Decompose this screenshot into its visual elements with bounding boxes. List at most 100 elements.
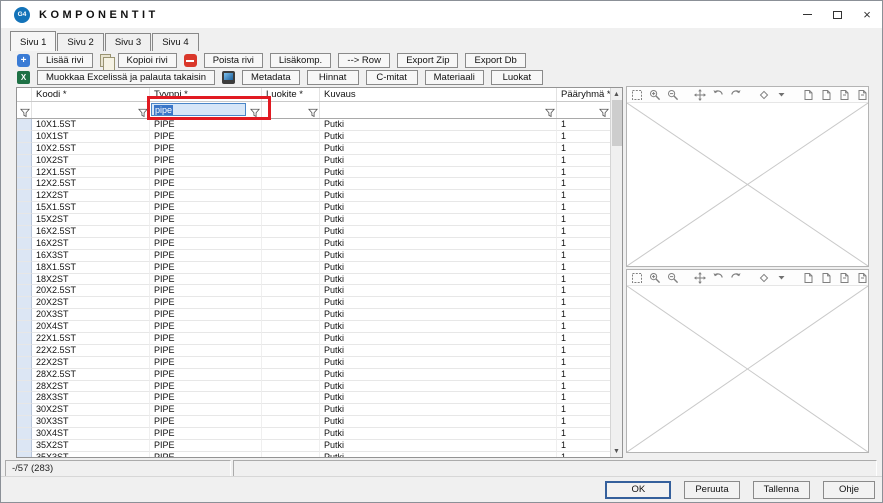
cell-tyyppi[interactable]: PIPE	[150, 202, 262, 214]
cell-paaryhma[interactable]: 1	[557, 309, 610, 321]
cell-paaryhma[interactable]: 1	[557, 416, 610, 428]
cell-tyyppi[interactable]: PIPE	[150, 143, 262, 155]
cell-paaryhma[interactable]: 1	[557, 333, 610, 345]
cell-tyyppi[interactable]: PIPE	[150, 357, 262, 369]
cell-paaryhma[interactable]: 1	[557, 297, 610, 309]
image-placeholder-bottom[interactable]	[627, 286, 868, 452]
row-indicator-cell[interactable]	[17, 214, 32, 226]
cell-paaryhma[interactable]: 1	[557, 392, 610, 404]
cell-tyyppi[interactable]: PIPE	[150, 297, 262, 309]
cell-luokite[interactable]	[262, 297, 320, 309]
cell-luokite[interactable]	[262, 321, 320, 333]
filter-paaryhma-cell[interactable]	[557, 102, 610, 118]
cell-luokite[interactable]	[262, 428, 320, 440]
scroll-thumb[interactable]	[612, 100, 622, 146]
cell-paaryhma[interactable]: 1	[557, 190, 610, 202]
table-row[interactable]: 15X1.5ST PIPE Putki 1	[17, 202, 610, 214]
cell-tyyppi[interactable]: PIPE	[150, 428, 262, 440]
cell-kuvaus[interactable]: Putki	[320, 178, 557, 190]
row-indicator-cell[interactable]	[17, 274, 32, 286]
metadata-icon[interactable]	[222, 71, 235, 84]
c-measures-button[interactable]: C-mitat	[366, 70, 418, 85]
cell-kuvaus[interactable]: Putki	[320, 285, 557, 297]
cell-koodi[interactable]: 15X2ST	[32, 214, 150, 226]
table-row[interactable]: 28X2.5ST PIPE Putki 1	[17, 369, 610, 381]
cell-paaryhma[interactable]: 1	[557, 262, 610, 274]
table-row[interactable]: 28X3ST PIPE Putki 1	[17, 392, 610, 404]
cell-kuvaus[interactable]: Putki	[320, 155, 557, 167]
export-db-button[interactable]: Export Db	[465, 53, 525, 68]
cell-paaryhma[interactable]: 1	[557, 440, 610, 452]
row-indicator-cell[interactable]	[17, 392, 32, 404]
cell-koodi[interactable]: 15X1.5ST	[32, 202, 150, 214]
cell-paaryhma[interactable]: 1	[557, 428, 610, 440]
row-indicator-cell[interactable]	[17, 155, 32, 167]
table-row[interactable]: 10X2.5ST PIPE Putki 1	[17, 143, 610, 155]
cell-tyyppi[interactable]: PIPE	[150, 369, 262, 381]
cell-koodi[interactable]: 12X2ST	[32, 190, 150, 202]
cell-paaryhma[interactable]: 1	[557, 155, 610, 167]
cell-luokite[interactable]	[262, 214, 320, 226]
row-indicator-cell[interactable]	[17, 309, 32, 321]
cell-paaryhma[interactable]: 1	[557, 202, 610, 214]
cell-tyyppi[interactable]: PIPE	[150, 381, 262, 393]
cell-koodi[interactable]: 30X3ST	[32, 416, 150, 428]
row-indicator-cell[interactable]	[17, 369, 32, 381]
cell-koodi[interactable]: 18X1.5ST	[32, 262, 150, 274]
cell-paaryhma[interactable]: 1	[557, 178, 610, 190]
paste-image-icon-4[interactable]	[856, 271, 868, 284]
cell-koodi[interactable]: 22X2.5ST	[32, 345, 150, 357]
cell-koodi[interactable]: 28X3ST	[32, 392, 150, 404]
filter-koodi-cell[interactable]	[32, 102, 150, 118]
paste-image-icon-3[interactable]	[838, 271, 850, 284]
paste-image-icon-1[interactable]	[802, 88, 814, 101]
extra-component-button[interactable]: Lisäkomp.	[270, 53, 331, 68]
close-button[interactable]: ×	[852, 1, 882, 28]
table-row[interactable]: 18X1.5ST PIPE Putki 1	[17, 262, 610, 274]
cell-luokite[interactable]	[262, 309, 320, 321]
cell-luokite[interactable]	[262, 155, 320, 167]
cell-paaryhma[interactable]: 1	[557, 404, 610, 416]
cell-kuvaus[interactable]: Putki	[320, 333, 557, 345]
cell-kuvaus[interactable]: Putki	[320, 428, 557, 440]
cell-tyyppi[interactable]: PIPE	[150, 333, 262, 345]
cell-kuvaus[interactable]: Putki	[320, 309, 557, 321]
cell-kuvaus[interactable]: Putki	[320, 250, 557, 262]
paste-image-icon-4[interactable]	[856, 88, 868, 101]
table-row[interactable]: 15X2ST PIPE Putki 1	[17, 214, 610, 226]
cell-luokite[interactable]	[262, 357, 320, 369]
cell-kuvaus[interactable]: Putki	[320, 274, 557, 286]
copy-row-icon[interactable]	[100, 54, 111, 67]
cell-luokite[interactable]	[262, 452, 320, 457]
delete-row-icon[interactable]	[184, 54, 197, 67]
cell-luokite[interactable]	[262, 369, 320, 381]
cell-kuvaus[interactable]: Putki	[320, 119, 557, 131]
row-indicator-cell[interactable]	[17, 202, 32, 214]
scroll-down-icon[interactable]: ▼	[611, 445, 623, 457]
cell-luokite[interactable]	[262, 274, 320, 286]
table-row[interactable]: 18X2ST PIPE Putki 1	[17, 274, 610, 286]
table-row[interactable]: 30X3ST PIPE Putki 1	[17, 416, 610, 428]
cell-koodi[interactable]: 22X1.5ST	[32, 333, 150, 345]
table-row[interactable]: 30X2ST PIPE Putki 1	[17, 404, 610, 416]
row-indicator-cell[interactable]	[17, 143, 32, 155]
cell-luokite[interactable]	[262, 416, 320, 428]
cell-paaryhma[interactable]: 1	[557, 357, 610, 369]
cell-tyyppi[interactable]: PIPE	[150, 285, 262, 297]
cell-kuvaus[interactable]: Putki	[320, 131, 557, 143]
cell-koodi[interactable]: 12X1.5ST	[32, 167, 150, 179]
cell-kuvaus[interactable]: Putki	[320, 238, 557, 250]
tab-sivu-4[interactable]: Sivu 4	[152, 33, 198, 51]
row-indicator-cell[interactable]	[17, 357, 32, 369]
cell-koodi[interactable]: 18X2ST	[32, 274, 150, 286]
row-indicator-cell[interactable]	[17, 440, 32, 452]
dropdown-caret-icon[interactable]	[776, 271, 787, 284]
cell-koodi[interactable]: 22X2ST	[32, 357, 150, 369]
cell-tyyppi[interactable]: PIPE	[150, 274, 262, 286]
minimize-button[interactable]	[792, 1, 822, 28]
cell-tyyppi[interactable]: PIPE	[150, 416, 262, 428]
row-indicator-cell[interactable]	[17, 297, 32, 309]
cell-tyyppi[interactable]: PIPE	[150, 190, 262, 202]
cell-luokite[interactable]	[262, 178, 320, 190]
filter-luokite-funnel-icon[interactable]	[308, 105, 318, 123]
